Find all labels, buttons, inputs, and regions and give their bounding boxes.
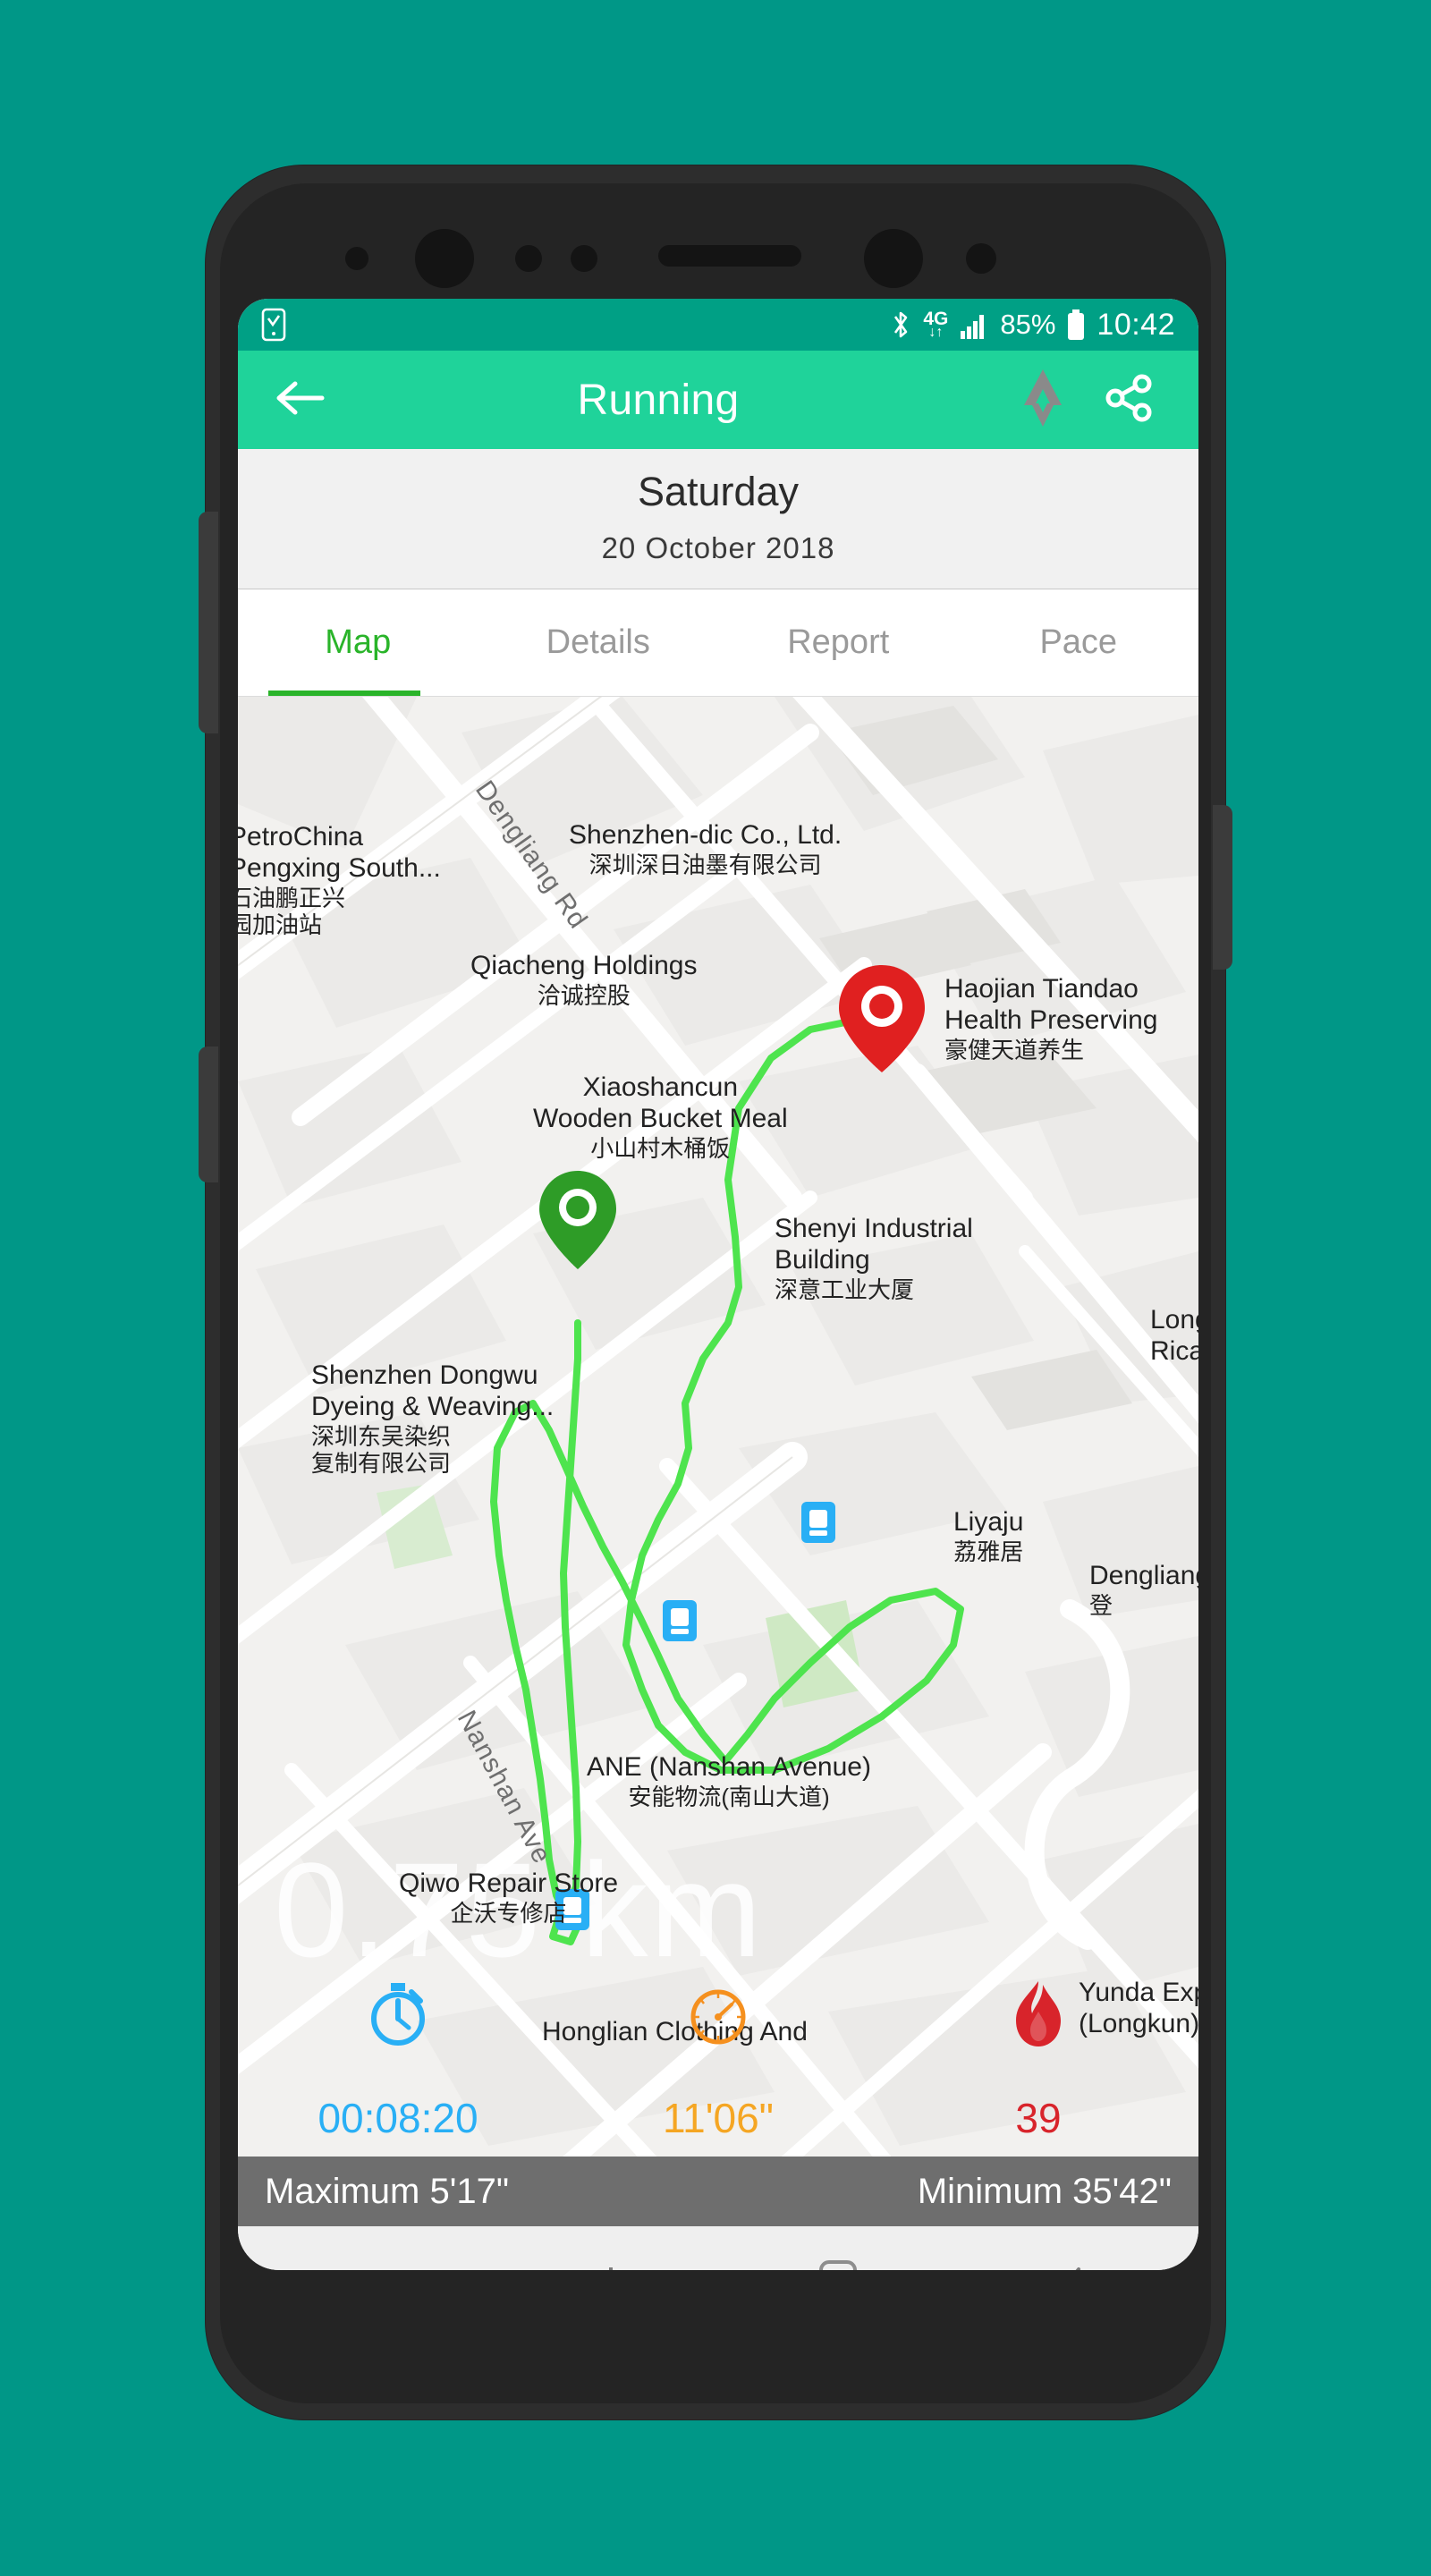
tab-details[interactable]: Details [478, 623, 719, 662]
tab-active-indicator [268, 691, 420, 696]
minimum-pace-label: Minimum 35'42" [917, 2171, 1172, 2211]
phone-screen: 4G ↓↑ 85% 10:42 Running Saturday 20 Octo… [238, 299, 1198, 2270]
proximity-sensor-icon [345, 247, 368, 270]
activity-button[interactable] [1000, 362, 1086, 438]
share-nodes-icon [1103, 372, 1155, 428]
iris-sensor-icon [571, 245, 597, 272]
status-bar-left [261, 308, 286, 342]
status-bar-clock: 10:42 [1097, 307, 1175, 342]
home-square-icon [813, 2258, 863, 2270]
battery-icon [1066, 309, 1086, 341]
stat-calories: 39 [878, 1974, 1198, 2142]
light-sensor-icon [515, 245, 542, 272]
tab-pace[interactable]: Pace [959, 623, 1199, 662]
tab-map[interactable]: Map [238, 623, 478, 662]
network-type-indicator: 4G ↓↑ [923, 309, 948, 340]
stats-row: 00:08:20 11'06" 39 [238, 1974, 1198, 2157]
page-title: Running [577, 376, 740, 424]
date-label: 20 October 2018 [601, 531, 835, 564]
share-button[interactable] [1086, 372, 1172, 428]
battery-percent-label: 85% [1000, 309, 1056, 340]
flame-icon [1011, 1974, 1066, 2055]
home-button[interactable] [718, 2258, 959, 2270]
power-button[interactable] [1213, 805, 1232, 970]
nav-back-arrow-icon [1054, 2260, 1104, 2270]
stopwatch-icon [365, 1974, 431, 2055]
sim-check-icon [261, 308, 286, 342]
stat-pace-value: 11'06" [662, 2095, 775, 2141]
speedometer-icon [685, 1974, 751, 2055]
status-bar: 4G ↓↑ 85% 10:42 [238, 299, 1198, 351]
tab-report[interactable]: Report [718, 623, 959, 662]
map-canvas [238, 697, 1198, 2157]
front-camera-icon [415, 229, 474, 288]
recents-icon [573, 2260, 623, 2270]
earpiece-speaker [658, 245, 801, 267]
nav-back-button[interactable] [959, 2260, 1199, 2270]
tab-bar: Map Details Report Pace [238, 589, 1198, 697]
volume-button[interactable] [199, 512, 218, 733]
led-indicator-icon [966, 243, 996, 274]
stat-pace: 11'06" [558, 1974, 878, 2142]
stat-duration: 00:08:20 [238, 1974, 558, 2142]
app-bar: Running [238, 351, 1198, 449]
front-camera-secondary-icon [864, 229, 923, 288]
stat-duration-value: 00:08:20 [318, 2095, 478, 2141]
map-view[interactable]: 0.75 km Dengliang Rd Nanshan Ave PetroCh… [238, 697, 1198, 2157]
recents-button[interactable] [478, 2260, 719, 2270]
pace-summary-bar: Maximum 5'17" Minimum 35'42" [238, 2157, 1198, 2226]
date-header: Saturday 20 October 2018 [238, 449, 1198, 589]
maximum-pace-label: Maximum 5'17" [265, 2171, 510, 2211]
status-bar-right: 4G ↓↑ 85% 10:42 [889, 308, 1175, 343]
activity-chevrons-icon [1015, 362, 1071, 438]
android-nav-bar [238, 2226, 1198, 2270]
stat-calories-value: 39 [1015, 2095, 1062, 2141]
weekday-label: Saturday [637, 469, 800, 514]
bluetooth-icon [889, 309, 912, 341]
signal-bars-icon [959, 309, 989, 340]
assistant-button[interactable] [199, 1046, 218, 1182]
